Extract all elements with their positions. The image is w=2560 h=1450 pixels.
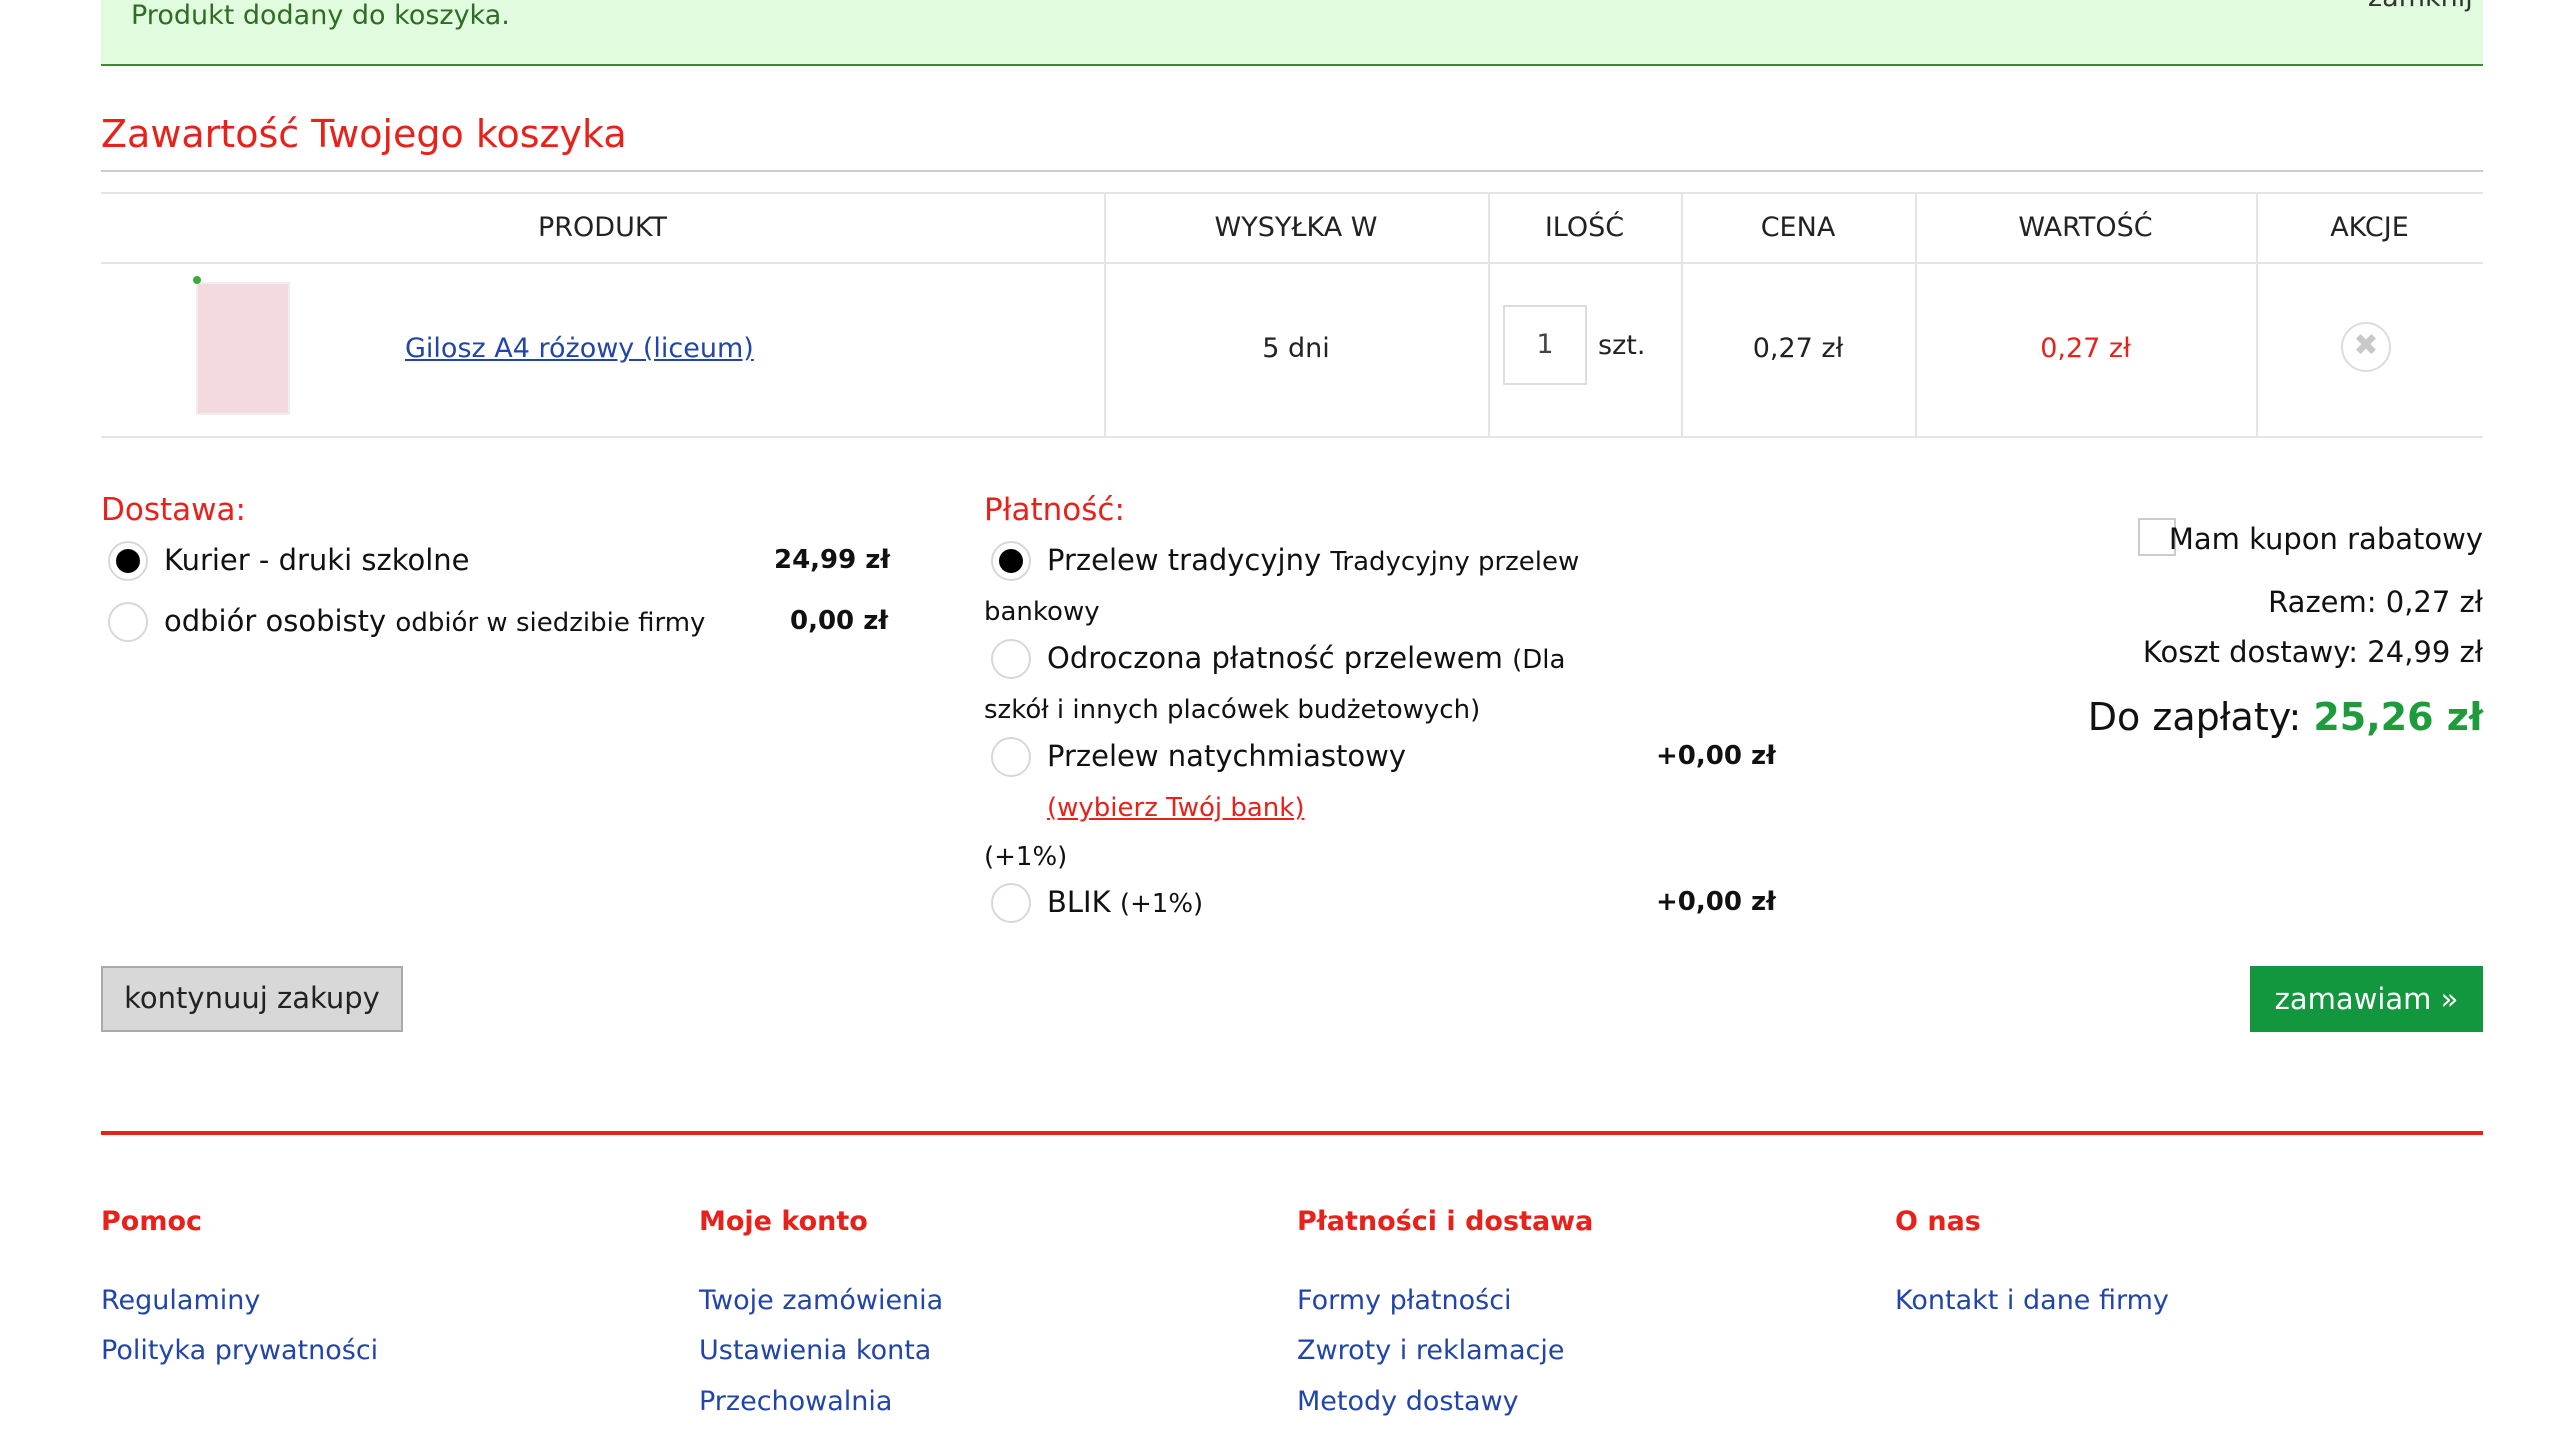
footer-link-contact[interactable]: Kontakt i dane firmy [1895, 1285, 2169, 1316]
footer-link-payment-forms[interactable]: Formy płatności [1297, 1285, 1512, 1316]
subtotal: Razem: 0,27 zł [2268, 585, 2483, 619]
divider [101, 262, 2483, 264]
payment-label-deferred-sub: (Dla [1512, 645, 1566, 675]
footer-link-storage[interactable]: Przechowalnia [699, 1386, 892, 1417]
payment-label-deferred-main: Odroczona płatność przelewem [1047, 641, 1503, 675]
coupon-label: Mam kupon rabatowy [2168, 522, 2483, 556]
payment-fee-instant: (+1%) [984, 842, 1068, 872]
quantity-unit: szt. [1598, 330, 1646, 361]
footer-heading-help: Pomoc [101, 1206, 203, 1237]
delivery-label-courier: Kurier - druki szkolne [164, 543, 470, 577]
grand-total: Do zapłaty: 25,26 zł [2088, 695, 2483, 739]
payment-label-blik: BLIK (+1%) [1047, 885, 1203, 919]
payment-label-deferred: Odroczona płatność przelewem (Dla [1047, 641, 1565, 675]
col-header-price: CENA [1760, 212, 1836, 243]
shipping-time: 5 dni [1262, 333, 1330, 364]
delivery-radio-pickup[interactable] [108, 602, 148, 642]
delivery-price-courier: 24,99 zł [774, 545, 891, 575]
delivery-label-pickup-sub: odbiór w siedzibie firmy [395, 608, 706, 638]
remove-item-button[interactable]: ✖ [2341, 322, 2391, 372]
col-header-shipping: WYSYŁKA W [1214, 212, 1378, 243]
divider [101, 170, 2483, 172]
payment-label-blik-main: BLIK [1047, 885, 1111, 919]
divider [101, 436, 2483, 438]
col-header-qty: ILOŚĆ [1544, 212, 1625, 243]
col-header-value: WARTOŚĆ [2018, 212, 2153, 243]
payment-label-deferred-sub2: szkół i innych placówek budżetowych) [984, 695, 1481, 725]
grand-total-label: Do zapłaty: [2087, 695, 2302, 739]
divider [101, 192, 2483, 194]
close-icon: ✖ [2353, 328, 2379, 363]
footer-link-returns[interactable]: Zwroty i reklamacje [1297, 1335, 1564, 1366]
continue-shopping-button[interactable]: kontynuuj zakupy [101, 966, 403, 1032]
footer-link-delivery-methods[interactable]: Metody dostawy [1297, 1386, 1519, 1417]
delivery-price-pickup: 0,00 zł [790, 606, 888, 636]
notice-close-link[interactable]: zamknij [2368, 0, 2473, 13]
footer-heading-account: Moje konto [699, 1206, 868, 1237]
payment-label-transfer-sub2: bankowy [984, 597, 1100, 627]
payment-radio-deferred[interactable] [991, 639, 1031, 679]
footer-heading-about: O nas [1895, 1206, 1981, 1237]
place-order-button[interactable]: zamawiam » [2250, 966, 2483, 1032]
delivery-label-pickup: odbiór osobisty odbiór w siedzibie firmy [164, 604, 705, 638]
payment-radio-blik[interactable] [991, 883, 1031, 923]
unit-price: 0,27 zł [1752, 333, 1844, 364]
footer-link-orders[interactable]: Twoje zamówienia [699, 1285, 943, 1316]
grand-total-value: 25,26 zł [2313, 695, 2483, 739]
cart-title: Zawartość Twojego koszyka [101, 112, 627, 156]
footer-link-terms[interactable]: Regulaminy [101, 1285, 260, 1316]
product-thumbnail[interactable] [196, 282, 290, 415]
payment-label-transfer-sub: Tradycyjny przelew [1330, 547, 1580, 577]
col-header-product: PRODUKT [538, 212, 667, 243]
notice-text: Produkt dodany do koszyka. [131, 0, 510, 31]
delivery-title: Dostawa: [101, 492, 246, 528]
product-link[interactable]: Gilosz A4 różowy (liceum) [405, 333, 754, 364]
payment-price-blik: +0,00 zł [1656, 887, 1776, 917]
delivery-label-pickup-main: odbiór osobisty [164, 604, 387, 638]
choose-bank-link[interactable]: (wybierz Twój bank) [1047, 793, 1304, 823]
col-header-actions: AKCJE [2330, 212, 2409, 243]
payment-label-transfer-main: Przelew tradycyjny [1047, 543, 1322, 577]
payment-radio-transfer[interactable] [991, 541, 1031, 581]
shipping-cost: Koszt dostawy: 24,99 zł [2142, 635, 2483, 669]
payment-radio-instant[interactable] [991, 737, 1031, 777]
payment-price-instant: +0,00 zł [1656, 741, 1776, 771]
payment-label-instant: Przelew natychmiastowy [1047, 739, 1406, 773]
delivery-radio-courier[interactable] [108, 541, 148, 581]
footer-link-privacy[interactable]: Polityka prywatności [101, 1335, 378, 1366]
payment-label-transfer: Przelew tradycyjny Tradycyjny przelew [1047, 543, 1579, 577]
status-dot [193, 276, 201, 284]
line-value: 0,27 zł [2040, 333, 2131, 364]
payment-label-blik-sub: (+1%) [1119, 889, 1204, 919]
footer-heading-payments: Płatności i dostawa [1297, 1206, 1594, 1237]
footer-divider [101, 1131, 2483, 1135]
footer-link-settings[interactable]: Ustawienia konta [699, 1335, 931, 1366]
payment-title: Płatność: [984, 492, 1125, 528]
quantity-input[interactable]: 1 [1503, 305, 1587, 385]
